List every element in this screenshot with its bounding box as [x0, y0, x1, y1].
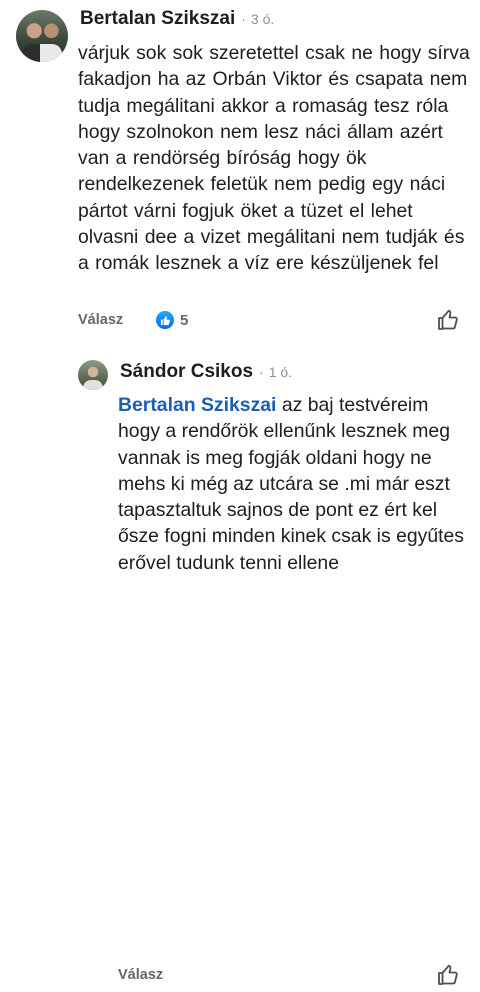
reply-button[interactable]: Válasz [118, 963, 163, 987]
thumbs-up-outline-icon[interactable] [436, 308, 460, 332]
comment-text: várjuk sok sok szeretettel csak ne hogy … [78, 42, 470, 275]
reaction-summary[interactable]: 5 [156, 308, 188, 332]
thumbs-up-outline-icon[interactable] [436, 963, 460, 987]
avatar[interactable] [78, 360, 108, 390]
comment-text: Bertalan Szikszai az baj testvéreim hogy… [118, 392, 473, 576]
comment-header: Sándor Csikos · 1 ó. [120, 361, 292, 385]
mention-link[interactable]: Bertalan Szikszai [118, 394, 276, 416]
comment-header: Bertalan Szikszai · 3 ó. [80, 8, 274, 32]
separator: · [259, 364, 264, 380]
comment-actions: Válasz [118, 963, 470, 987]
comment-actions: Válasz 5 [78, 308, 470, 332]
timestamp[interactable]: 3 ó. [251, 11, 274, 27]
like-reaction-icon [156, 311, 174, 329]
timestamp[interactable]: 1 ó. [269, 364, 292, 380]
reply-text: az baj testvéreim hogy a rendőrök ellenű… [118, 394, 464, 574]
separator: · [241, 11, 246, 27]
reaction-count: 5 [180, 311, 189, 329]
author-name[interactable]: Bertalan Szikszai [80, 8, 235, 30]
avatar[interactable] [16, 10, 68, 62]
author-name[interactable]: Sándor Csikos [120, 361, 253, 383]
reply-button[interactable]: Válasz [78, 308, 123, 332]
